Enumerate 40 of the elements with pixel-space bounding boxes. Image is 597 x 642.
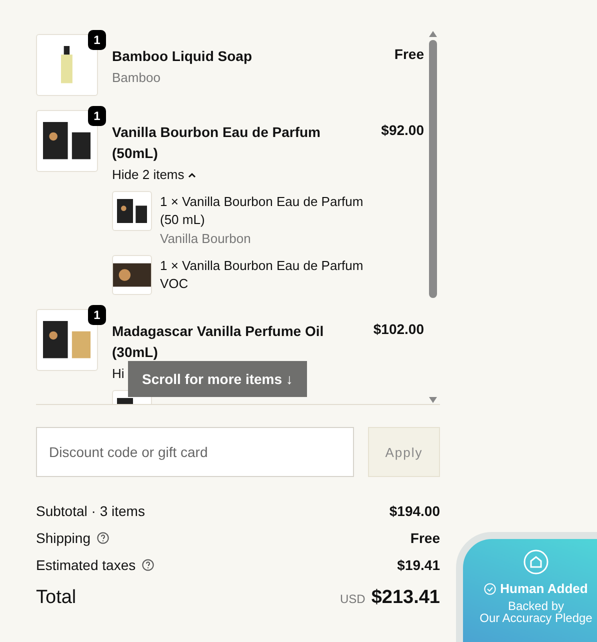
product-name: Bamboo Liquid Soap (112, 47, 253, 66)
component-variant: Vanilla Bourbon (160, 231, 252, 246)
scrollbar[interactable] (428, 30, 438, 404)
bottle-icon (61, 46, 73, 84)
quantity-badge: 1 (88, 305, 106, 325)
help-icon[interactable] (142, 559, 154, 571)
scroll-up-icon[interactable] (428, 30, 438, 38)
scroll-hint-tooltip[interactable]: Scroll for more items ↓ (128, 361, 307, 397)
total-label: Total (36, 587, 76, 609)
summary-label: Shipping (36, 530, 90, 546)
quantity-badge: 1 (88, 106, 106, 126)
badge-subtitle: Backed by Our Accuracy Pledge (480, 600, 592, 624)
check-circle-icon (484, 582, 496, 594)
product-name: Vanilla Bourbon Eau de Parfum (50mL) (112, 123, 322, 163)
product-name: Madagascar Vanilla Perfume Oil (30mL) (112, 322, 325, 362)
component-name: 1 × Vanilla Bourbon Eau de Parfum (50 mL) (160, 193, 364, 229)
total-value: $213.41 (371, 587, 440, 609)
summary-label: Estimated taxes (36, 557, 136, 573)
scroll-down-icon[interactable] (428, 396, 438, 404)
chevron-up-icon (188, 172, 196, 178)
summary-value: $194.00 (389, 503, 440, 519)
product-price: $92.00 (381, 121, 424, 140)
product-variant: Bamboo (112, 70, 162, 85)
toggle-items-button[interactable]: Hi (112, 366, 124, 381)
perfume-bottles-icon (43, 321, 91, 359)
quantity-badge: 1 (88, 30, 106, 50)
perfume-bottles-icon (43, 122, 91, 160)
summary-value: $19.41 (397, 557, 440, 573)
product-price: Free (394, 45, 424, 64)
help-icon[interactable] (96, 532, 108, 544)
product-photo-icon (113, 263, 151, 287)
badge-title: Human Added (500, 581, 588, 596)
perfume-bottles-icon (116, 199, 148, 223)
summary-value: Free (410, 530, 440, 546)
house-icon (523, 549, 549, 575)
component-name: 1 × Vanilla Bourbon Eau de Parfum VOC (160, 257, 364, 293)
summary-label: Subtotal · 3 items (36, 503, 145, 519)
currency-code: USD (340, 592, 366, 606)
toggle-items-button[interactable]: Hide 2 items (112, 167, 196, 182)
product-price: $102.00 (373, 320, 424, 339)
